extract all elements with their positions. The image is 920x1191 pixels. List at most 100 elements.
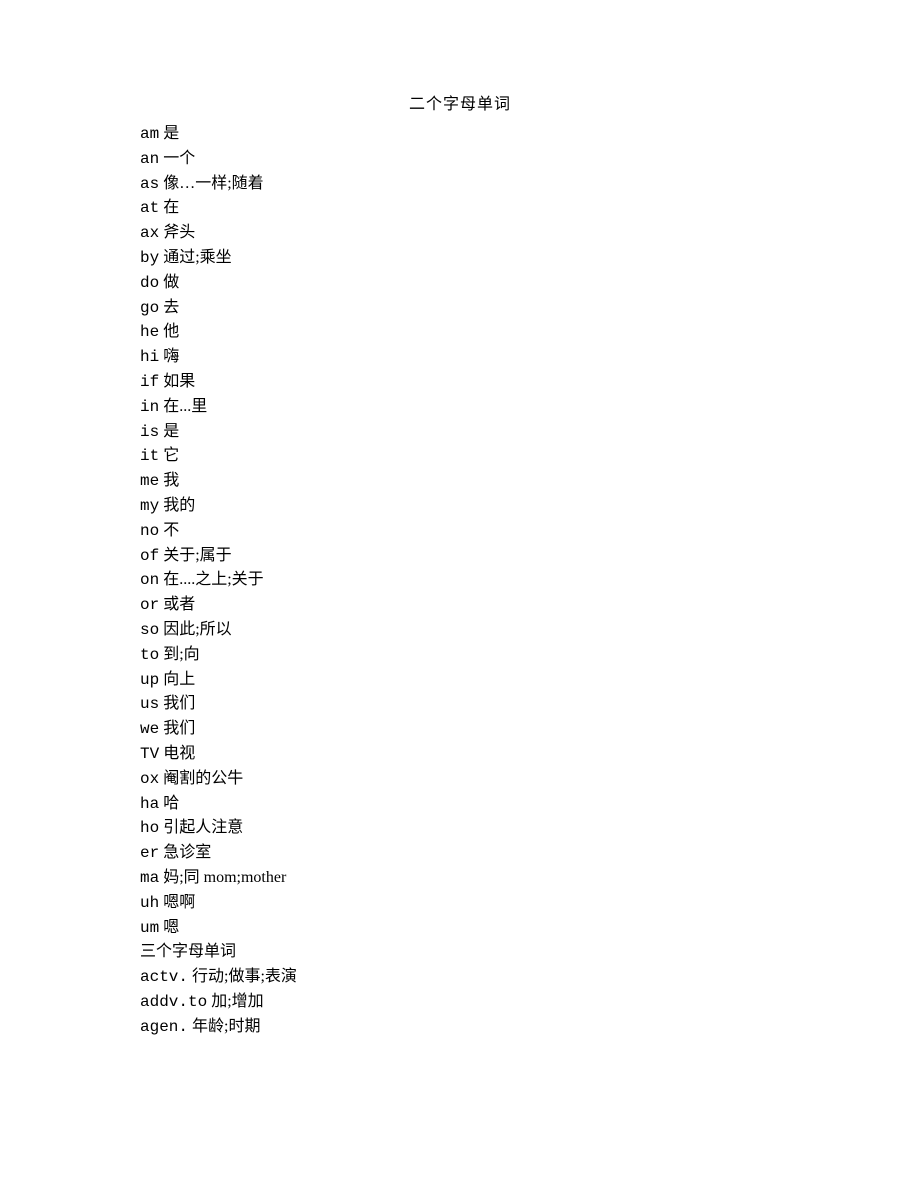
entry-word: on bbox=[140, 571, 159, 589]
entry-definition: 我的 bbox=[163, 497, 195, 514]
entry-line: as 像…一样;随着 bbox=[140, 172, 780, 197]
entry-line: he 他 bbox=[140, 320, 780, 345]
entry-definition: 电视 bbox=[163, 745, 195, 762]
entry-line: er 急诊室 bbox=[140, 841, 780, 866]
entry-line: on 在....之上;关于 bbox=[140, 568, 780, 593]
entry-word: if bbox=[140, 373, 159, 391]
entries-list: am 是an 一个as 像…一样;随着at 在ax 斧头by 通过;乘坐do 做… bbox=[140, 122, 780, 1039]
entry-word: ma bbox=[140, 869, 159, 887]
entry-word: er bbox=[140, 844, 159, 862]
entry-line: is 是 bbox=[140, 420, 780, 445]
entry-definition: 斧头 bbox=[163, 224, 195, 241]
entry-word: ox bbox=[140, 770, 159, 788]
entry-definition: 是 bbox=[163, 125, 179, 142]
entry-line: uh 嗯啊 bbox=[140, 891, 780, 916]
entry-line: my 我的 bbox=[140, 494, 780, 519]
entry-line: we 我们 bbox=[140, 717, 780, 742]
entry-definition: 他 bbox=[163, 323, 179, 340]
entry-word: uh bbox=[140, 894, 159, 912]
entry-line: ha 哈 bbox=[140, 792, 780, 817]
entry-line: TV 电视 bbox=[140, 742, 780, 767]
entry-definition: 或者 bbox=[163, 596, 195, 613]
entry-line: of 关于;属于 bbox=[140, 544, 780, 569]
entry-line: go 去 bbox=[140, 296, 780, 321]
entry-line: ho 引起人注意 bbox=[140, 816, 780, 841]
entry-line: to 到;向 bbox=[140, 643, 780, 668]
entry-line: hi 嗨 bbox=[140, 345, 780, 370]
entry-word: ax bbox=[140, 224, 159, 242]
entry-definition: 我们 bbox=[163, 720, 195, 737]
entry-word: of bbox=[140, 547, 159, 565]
entry-line: or 或者 bbox=[140, 593, 780, 618]
entry-word: at bbox=[140, 199, 159, 217]
entry-definition: 我 bbox=[163, 472, 179, 489]
entry-word: an bbox=[140, 150, 159, 168]
entry-definition: 急诊室 bbox=[163, 844, 211, 861]
entry-word: is bbox=[140, 423, 159, 441]
entry-word: in bbox=[140, 398, 159, 416]
entry-word: hi bbox=[140, 348, 159, 366]
entry-word: by bbox=[140, 249, 159, 267]
entry-word: it bbox=[140, 447, 159, 465]
entry-line: am 是 bbox=[140, 122, 780, 147]
entry-definition: 到;向 bbox=[163, 646, 199, 663]
entry-definition: 我们 bbox=[163, 695, 195, 712]
entry-definition: 因此;所以 bbox=[163, 621, 231, 638]
entry-line: ox 阉割的公牛 bbox=[140, 767, 780, 792]
entry-word: me bbox=[140, 472, 159, 490]
entry-definition: 一个 bbox=[163, 150, 195, 167]
entry-word: we bbox=[140, 720, 159, 738]
entry-definition: 在....之上;关于 bbox=[163, 571, 263, 588]
entry-line: do 做 bbox=[140, 271, 780, 296]
entry-word: my bbox=[140, 497, 159, 515]
entry-word: 三个字母单词 bbox=[140, 943, 236, 961]
entry-line: it 它 bbox=[140, 444, 780, 469]
entry-word: do bbox=[140, 274, 159, 292]
entry-definition: 在 bbox=[163, 199, 179, 216]
entry-word: he bbox=[140, 323, 159, 341]
entry-definition: 去 bbox=[163, 299, 179, 316]
entry-word: or bbox=[140, 596, 159, 614]
entry-line: agen. 年龄;时期 bbox=[140, 1015, 780, 1040]
entry-word: um bbox=[140, 919, 159, 937]
entry-definition: 加;增加 bbox=[211, 993, 263, 1010]
entry-line: me 我 bbox=[140, 469, 780, 494]
entry-line: up 向上 bbox=[140, 668, 780, 693]
entry-line: actv. 行动;做事;表演 bbox=[140, 965, 780, 990]
entry-line: ma 妈;同 mom;mother bbox=[140, 866, 780, 891]
entry-definition: 嗨 bbox=[163, 348, 179, 365]
entry-line: addv.to 加;增加 bbox=[140, 990, 780, 1015]
entry-definition: 阉割的公牛 bbox=[163, 770, 243, 787]
entry-definition: 它 bbox=[163, 447, 179, 464]
entry-word: agen. bbox=[140, 1018, 188, 1036]
entry-definition: 是 bbox=[163, 423, 179, 440]
entry-word: to bbox=[140, 646, 159, 664]
entry-definition: 不 bbox=[163, 522, 179, 539]
entry-definition: 向上 bbox=[163, 671, 195, 688]
entry-definition: 嗯 bbox=[163, 919, 179, 936]
entry-word: us bbox=[140, 695, 159, 713]
entry-definition: 做 bbox=[163, 274, 179, 291]
entry-definition: 哈 bbox=[163, 795, 179, 812]
entry-definition: 引起人注意 bbox=[163, 819, 243, 836]
entry-definition: 像…一样;随着 bbox=[163, 175, 263, 192]
entry-word: so bbox=[140, 621, 159, 639]
entry-word: up bbox=[140, 671, 159, 689]
document-title: 二个字母单词 bbox=[140, 90, 780, 114]
entry-definition: 行动;做事;表演 bbox=[192, 968, 297, 985]
entry-word: go bbox=[140, 299, 159, 317]
entry-definition: 通过;乘坐 bbox=[163, 249, 231, 266]
entry-word: TV bbox=[140, 745, 159, 763]
entry-definition: 关于;属于 bbox=[163, 547, 231, 564]
entry-line: us 我们 bbox=[140, 692, 780, 717]
entry-definition: 年龄;时期 bbox=[192, 1018, 260, 1035]
entry-line: ax 斧头 bbox=[140, 221, 780, 246]
entry-line: an 一个 bbox=[140, 147, 780, 172]
entry-line: 三个字母单词 bbox=[140, 940, 780, 965]
entry-definition: 妈;同 mom;mother bbox=[163, 869, 286, 886]
entry-word: actv. bbox=[140, 968, 188, 986]
entry-definition: 如果 bbox=[163, 373, 195, 390]
entry-line: at 在 bbox=[140, 196, 780, 221]
entry-line: by 通过;乘坐 bbox=[140, 246, 780, 271]
entry-line: no 不 bbox=[140, 519, 780, 544]
